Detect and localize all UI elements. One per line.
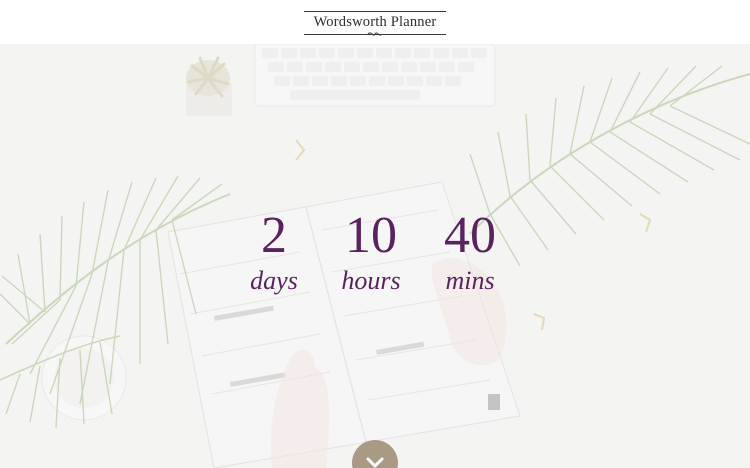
site-logo[interactable]: Wordsworth Planner	[304, 11, 446, 36]
chevron-down-icon	[366, 457, 384, 468]
logo-top-rule	[304, 11, 446, 12]
keyboard-graphic	[254, 44, 496, 107]
logo-text: Wordsworth Planner	[313, 14, 437, 30]
succulent-graphic	[186, 56, 232, 116]
logo-bottom-rule	[304, 34, 446, 35]
mins-label: mins	[445, 266, 495, 295]
site-header: Wordsworth Planner	[0, 0, 750, 44]
countdown-timer: 2 days 10 hours 40 mins	[0, 208, 750, 318]
countdown-mins: 40 mins	[410, 208, 530, 296]
mins-value: 40	[444, 207, 496, 264]
